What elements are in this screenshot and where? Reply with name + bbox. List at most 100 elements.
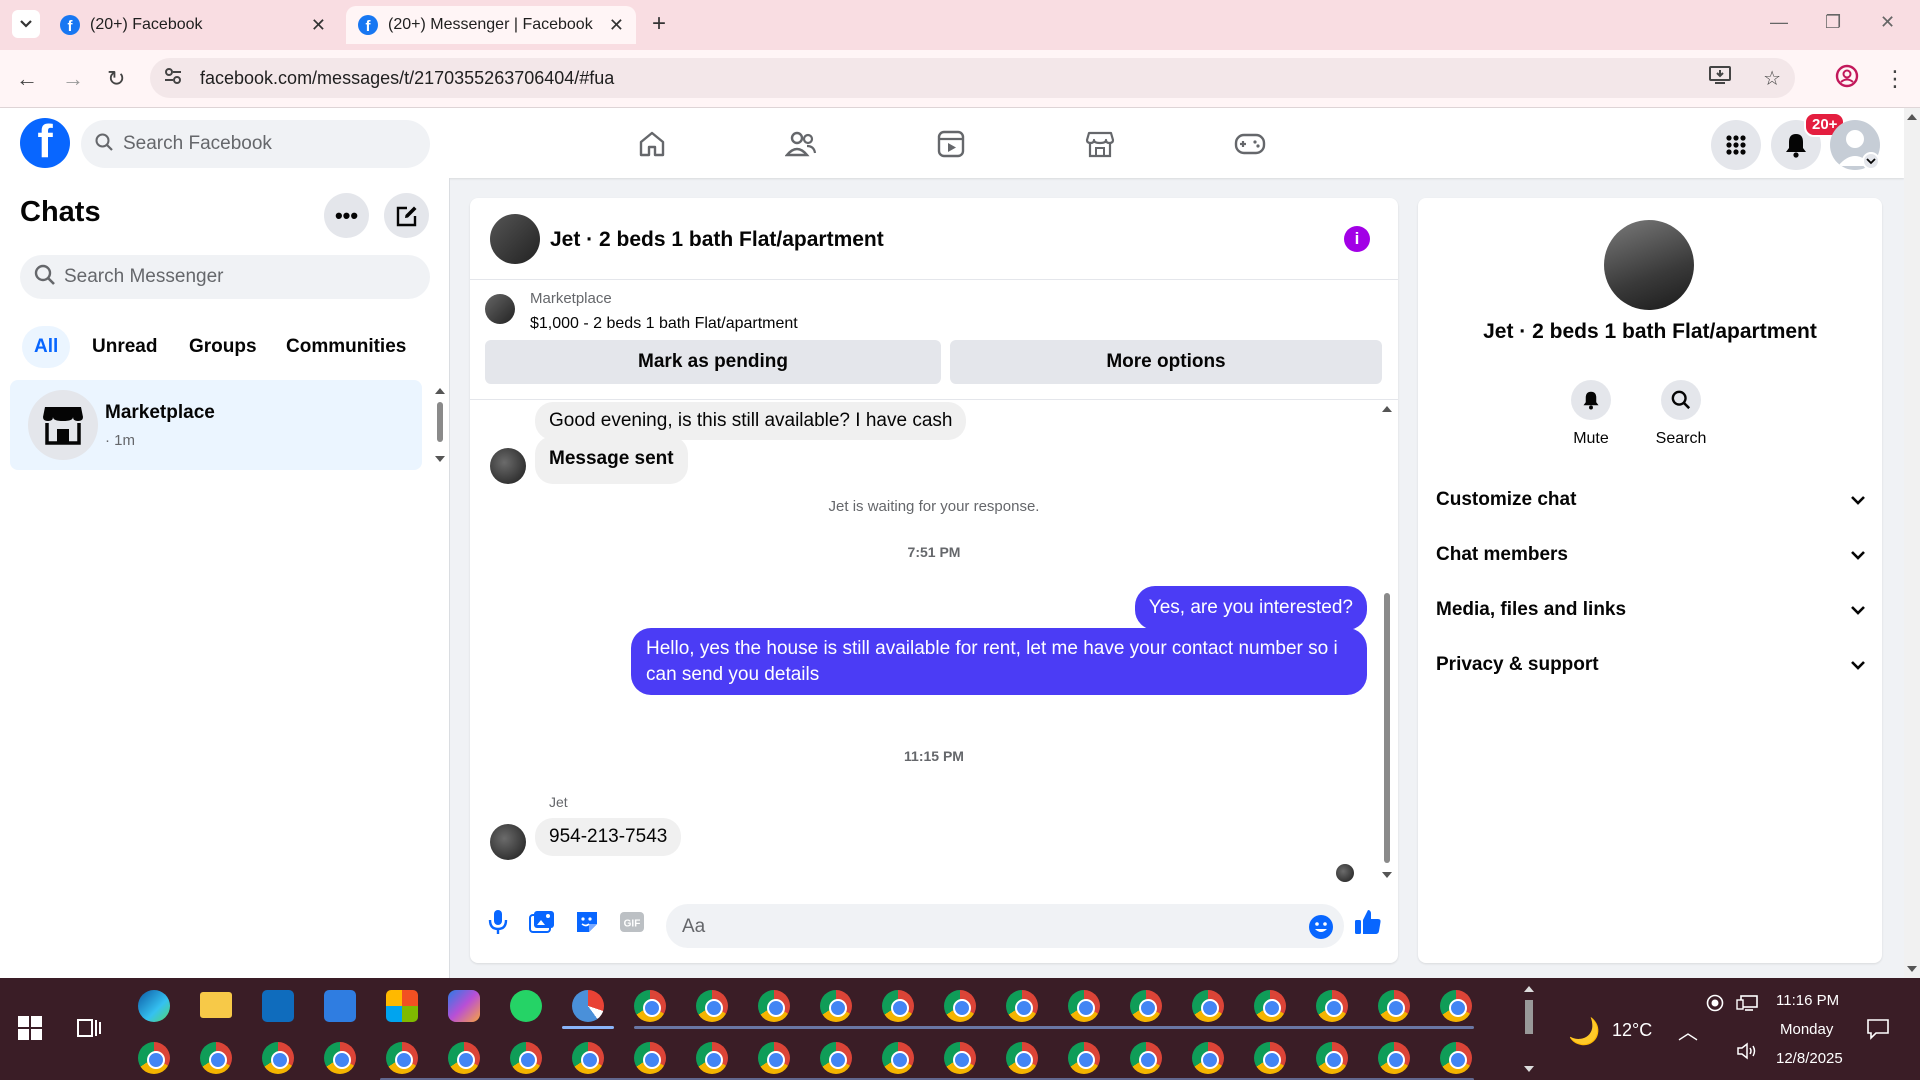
windows-start-icon[interactable] xyxy=(18,1016,42,1045)
chrome-profile-icon[interactable] xyxy=(634,990,666,1022)
chrome-profile-icon[interactable] xyxy=(1378,990,1410,1022)
taskbar-scrollbar[interactable] xyxy=(1522,982,1536,1076)
marketplace-icon[interactable] xyxy=(1080,124,1120,164)
menu-grid-button[interactable] xyxy=(1711,120,1761,170)
clock-day[interactable]: Monday xyxy=(1780,1021,1833,1038)
chrome-profile-icon[interactable] xyxy=(1440,990,1472,1022)
chrome-profile-icon[interactable] xyxy=(1068,1042,1100,1074)
customize-chat-section[interactable]: Customize chat xyxy=(1436,480,1866,520)
bookmark-star-icon[interactable]: ☆ xyxy=(1763,66,1781,91)
chrome-profile-icon[interactable] xyxy=(1254,1042,1286,1074)
chrome-profile-icon[interactable] xyxy=(758,1042,790,1074)
site-settings-icon[interactable] xyxy=(164,67,182,90)
more-options-button[interactable]: More options xyxy=(950,340,1382,384)
conversation-title[interactable]: Jet · 2 beds 1 bath Flat/apartment xyxy=(550,228,884,252)
message-input[interactable]: Aa xyxy=(666,904,1344,948)
sticker-icon[interactable] xyxy=(573,908,601,936)
home-icon[interactable] xyxy=(632,124,672,164)
chrome-profile-icon[interactable] xyxy=(1440,1042,1472,1074)
contact-avatar[interactable] xyxy=(490,824,526,860)
page-scrollbar[interactable] xyxy=(1904,108,1920,978)
chevron-up-icon[interactable]: ︿ xyxy=(1678,1016,1698,1045)
paint-app-icon[interactable] xyxy=(572,990,604,1022)
emoji-icon[interactable] xyxy=(1308,914,1334,945)
contact-avatar[interactable] xyxy=(490,214,540,264)
incoming-message[interactable]: Message sent xyxy=(535,436,688,484)
install-app-icon[interactable] xyxy=(1709,65,1731,91)
info-icon[interactable]: i xyxy=(1344,226,1370,252)
friends-icon[interactable] xyxy=(781,124,821,164)
chrome-profile-icon[interactable] xyxy=(324,1042,356,1074)
clock-time[interactable]: 11:16 PM xyxy=(1776,992,1839,1009)
incoming-message[interactable]: Good evening, is this still available? I… xyxy=(535,402,967,440)
chrome-profile-icon[interactable] xyxy=(572,1042,604,1074)
mute-button[interactable]: Mute xyxy=(1546,380,1636,448)
chrome-profile-icon[interactable] xyxy=(510,1042,542,1074)
contact-avatar[interactable] xyxy=(490,448,526,484)
account-chevron-icon[interactable] xyxy=(1862,152,1880,170)
chat-members-section[interactable]: Chat members xyxy=(1436,535,1866,575)
task-view-icon[interactable] xyxy=(76,1016,102,1045)
facebook-logo-icon[interactable]: f xyxy=(20,118,70,168)
outgoing-message[interactable]: Hello, yes the house is still available … xyxy=(631,628,1367,696)
messenger-search-input[interactable]: Search Messenger xyxy=(20,255,430,299)
close-icon[interactable]: ✕ xyxy=(609,15,624,36)
clock-date[interactable]: 12/8/2025 xyxy=(1776,1050,1843,1067)
gaming-icon[interactable] xyxy=(1230,124,1270,164)
microphone-icon[interactable] xyxy=(484,908,512,936)
filter-tab-communities[interactable]: Communities xyxy=(274,326,418,368)
volume-icon[interactable] xyxy=(1736,1042,1758,1065)
tab-search-button[interactable] xyxy=(12,10,40,38)
listing-title[interactable]: $1,000 - 2 beds 1 bath Flat/apartment xyxy=(530,315,798,333)
notification-center-icon[interactable] xyxy=(1866,1018,1890,1045)
thumbs-up-icon[interactable] xyxy=(1354,908,1382,936)
close-window-icon[interactable]: ✕ xyxy=(1880,12,1895,33)
gif-icon[interactable]: GIF xyxy=(618,908,646,936)
reload-icon[interactable]: ↻ xyxy=(107,66,125,92)
outlook-icon[interactable] xyxy=(262,990,294,1022)
chrome-profile-icon[interactable] xyxy=(1130,990,1162,1022)
chrome-profile-icon[interactable] xyxy=(262,1042,294,1074)
chrome-profile-icon[interactable] xyxy=(1068,990,1100,1022)
contact-large-avatar[interactable] xyxy=(1604,220,1694,310)
video-icon[interactable] xyxy=(931,124,971,164)
edge-icon[interactable] xyxy=(138,990,170,1022)
chrome-profile-icon[interactable] xyxy=(138,1042,170,1074)
message-scrollbar[interactable] xyxy=(1380,400,1394,890)
browser-menu-icon[interactable]: ⋮ xyxy=(1884,66,1906,92)
chrome-profile-icon[interactable] xyxy=(634,1042,666,1074)
filter-tab-all[interactable]: All xyxy=(22,326,71,368)
sidebar-scrollbar[interactable] xyxy=(434,386,446,466)
profile-icon[interactable] xyxy=(1835,64,1859,94)
chrome-profile-icon[interactable] xyxy=(696,1042,728,1074)
filter-tab-groups[interactable]: Groups xyxy=(177,326,269,368)
incoming-message[interactable]: 954-213-7543 xyxy=(535,818,682,856)
weather-moon-icon[interactable]: 🌙 xyxy=(1568,1016,1600,1047)
chrome-profile-icon[interactable] xyxy=(1006,990,1038,1022)
search-in-conversation-button[interactable]: Search xyxy=(1636,380,1726,448)
whatsapp-icon[interactable] xyxy=(510,990,542,1022)
new-tab-button[interactable]: + xyxy=(652,10,666,38)
filter-tab-unread[interactable]: Unread xyxy=(80,326,169,368)
calendar-icon[interactable] xyxy=(324,990,356,1022)
restore-icon[interactable]: ❐ xyxy=(1825,12,1841,33)
chrome-profile-icon[interactable] xyxy=(1254,990,1286,1022)
chrome-profile-icon[interactable] xyxy=(200,1042,232,1074)
file-explorer-icon[interactable] xyxy=(200,992,232,1018)
outgoing-message[interactable]: Yes, are you interested? xyxy=(1134,586,1367,630)
network-icon[interactable] xyxy=(1736,994,1758,1017)
browser-tab-messenger[interactable]: f (20+) Messenger | Facebook ✕ xyxy=(346,6,636,44)
chrome-profile-icon[interactable] xyxy=(696,990,728,1022)
address-bar[interactable]: facebook.com/messages/t/2170355263706404… xyxy=(150,58,1795,98)
close-icon[interactable]: ✕ xyxy=(311,15,326,36)
chats-options-button[interactable]: ••• xyxy=(324,193,369,238)
chrome-profile-icon[interactable] xyxy=(1316,1042,1348,1074)
media-files-links-section[interactable]: Media, files and links xyxy=(1436,590,1866,630)
chrome-profile-icon[interactable] xyxy=(944,1042,976,1074)
chrome-profile-icon[interactable] xyxy=(1192,1042,1224,1074)
chrome-profile-icon[interactable] xyxy=(882,990,914,1022)
back-icon[interactable]: ← xyxy=(16,66,38,92)
chrome-profile-icon[interactable] xyxy=(1192,990,1224,1022)
chrome-profile-icon[interactable] xyxy=(448,1042,480,1074)
record-icon[interactable] xyxy=(1706,994,1724,1017)
